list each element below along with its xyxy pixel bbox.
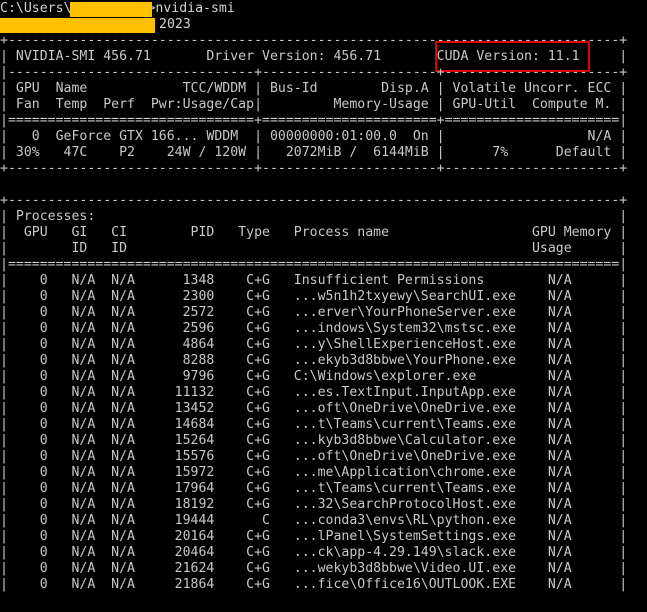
process-row: | 0 N/A N/A 17964 C+G ...t\Teams\current… — [0, 481, 628, 496]
process-row: | 0 N/A N/A 2572 C+G ...erver\YourPhoneS… — [0, 305, 628, 320]
process-row: | 0 N/A N/A 4864 C+G ...y\ShellExperienc… — [0, 337, 628, 352]
process-row: | 0 N/A N/A 15264 C+G ...kyb3d8bbwe\Calc… — [0, 433, 628, 448]
process-row: | 0 N/A N/A 20464 C+G ...ck\app-4.29.149… — [0, 545, 628, 560]
redacted-username — [70, 2, 152, 17]
process-row: | 0 N/A N/A 1348 C+G Insufficient Permis… — [0, 273, 628, 288]
gpu-table-border-bottom: +-------------------------------+-------… — [0, 161, 628, 176]
gpu-row-2: | 30% 47C P2 24W / 120W | 2072MiB / 6144… — [0, 145, 628, 160]
processes-header-1: | GPU GI CI PID Type Process name GPU Me… — [0, 225, 628, 240]
process-row: | 0 N/A N/A 13452 C+G ...oft\OneDrive\On… — [0, 401, 628, 416]
process-row: | 0 N/A N/A 2596 C+G ...indows\System32\… — [0, 321, 628, 336]
processes-separator-eq: |=======================================… — [0, 257, 628, 272]
process-row: | 0 N/A N/A 8288 C+G ...ekyb3d8bbwe\Your… — [0, 353, 628, 368]
process-row: | 0 N/A N/A 18192 C+G ...32\SearchProtoc… — [0, 497, 628, 512]
process-row: | 0 N/A N/A 20164 C+G ...lPanel\SystemSe… — [0, 529, 628, 544]
prompt-prefix: C:\Users\ — [0, 1, 72, 16]
processes-border-top: +---------------------------------------… — [0, 193, 628, 208]
terminal-window[interactable]: C:\Users\ >nvidia-smi 2023 +-------------… — [0, 0, 647, 612]
process-row: | 0 N/A N/A 15576 C+G ...oft\OneDrive\On… — [0, 449, 628, 464]
process-row: | 0 N/A N/A 21624 C+G ...wekyb3d8bbwe\Vi… — [0, 561, 628, 576]
gpu-table-header-1: | GPU Name TCC/WDDM | Bus-Id Disp.A | Vo… — [0, 81, 628, 96]
prompt-command: >nvidia-smi — [147, 1, 235, 16]
redacted-timestamp — [0, 18, 155, 33]
process-row: | 0 N/A N/A 15972 C+G ...me\Application\… — [0, 465, 628, 480]
process-row: | 0 N/A N/A 2300 C+G ...w5n1h2txyewy\Sea… — [0, 289, 628, 304]
process-row: | 0 N/A N/A 21864 C+G ...fice\Office16\O… — [0, 577, 628, 592]
process-row: | 0 N/A N/A 9796 C+G C:\Windows\explorer… — [0, 369, 628, 384]
gpu-table-header-2: | Fan Temp Perf Pwr:Usage/Cap| Memory-Us… — [0, 97, 628, 112]
gpu-table-separator: |-------------------------------+-------… — [0, 65, 628, 80]
processes-title: | Processes: | — [0, 209, 628, 224]
process-row: | 0 N/A N/A 11132 C+G ...es.TextInput.In… — [0, 385, 628, 400]
process-row: | 0 N/A N/A 14684 C+G ...t\Teams\current… — [0, 417, 628, 432]
gpu-table-separator-eq: |===============================+=======… — [0, 113, 628, 128]
timestamp-year: 2023 — [159, 17, 191, 32]
process-row: | 0 N/A N/A 19444 C ...conda3\envs\RL\py… — [0, 513, 628, 528]
processes-header-2: | ID ID Usage | — [0, 241, 628, 256]
gpu-row-1: | 0 GeForce GTX 166... WDDM | 00000000:0… — [0, 129, 628, 144]
